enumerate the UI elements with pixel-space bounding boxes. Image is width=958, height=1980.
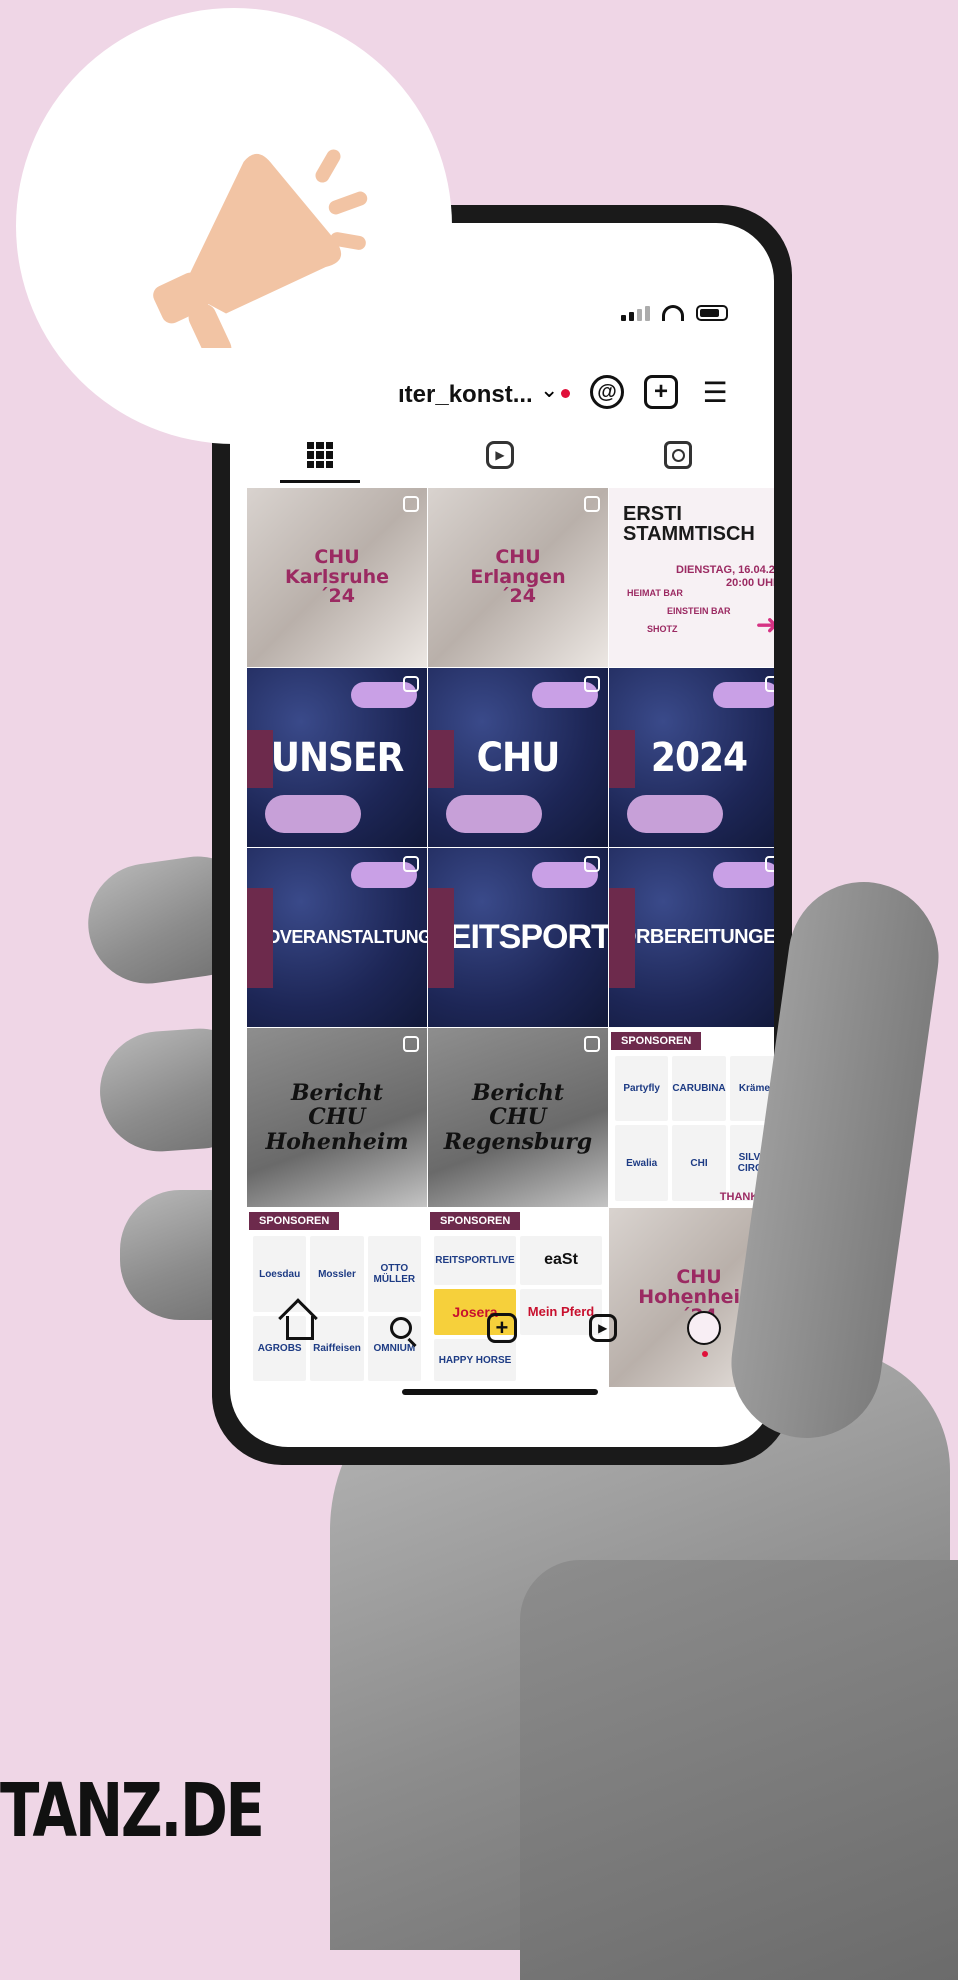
tab-reels[interactable]: ▶ bbox=[450, 429, 550, 481]
post-title: ERSTI bbox=[623, 503, 682, 525]
sponsor-logos: Partyfly CARUBINA Krämer Ewalia CHI SILV… bbox=[615, 1056, 774, 1201]
wifi-icon bbox=[662, 305, 684, 321]
grid-post[interactable]: CHU bbox=[428, 668, 608, 847]
reels-icon: ▶ bbox=[486, 441, 514, 469]
event-date: DIENSTAG, 16.04.24 bbox=[676, 564, 774, 576]
grid-post[interactable]: 2024 bbox=[609, 668, 774, 847]
hand-wrist bbox=[520, 1560, 958, 1980]
sponsor-logo: Ewalia bbox=[615, 1125, 669, 1201]
sponsor-logo: REITSPORTLIVE bbox=[434, 1236, 516, 1285]
sponsors-header: SPONSOREN bbox=[611, 1032, 702, 1050]
megaphone-icon bbox=[126, 128, 386, 363]
post-title: ABENDVERANSTALTUNGEN bbox=[247, 927, 427, 947]
home-indicator[interactable] bbox=[402, 1389, 598, 1395]
notification-dot bbox=[561, 389, 570, 398]
sponsor-logo: eaSt bbox=[520, 1236, 602, 1285]
post-title: 2024 bbox=[650, 734, 748, 781]
grid-post[interactable]: ABENDVERANSTALTUNGEN bbox=[247, 848, 427, 1027]
create-post-icon[interactable]: + bbox=[644, 375, 678, 409]
grid-post[interactable]: REITSPORT bbox=[428, 848, 608, 1027]
post-title: Bericht bbox=[471, 1080, 565, 1107]
post-year: ´24 bbox=[319, 585, 355, 608]
post-subtitle: CHU Hohenheim bbox=[265, 1104, 409, 1155]
profile-tabs: ▶ bbox=[230, 429, 774, 485]
home-icon[interactable] bbox=[280, 1308, 320, 1348]
post-subtitle: CHU Regensburg bbox=[443, 1104, 593, 1155]
announcement-badge bbox=[16, 8, 452, 444]
profile-avatar[interactable] bbox=[684, 1308, 724, 1357]
reel-icon bbox=[403, 856, 419, 872]
battery-icon bbox=[696, 305, 728, 321]
post-title: REITSPORT bbox=[428, 918, 608, 956]
sponsor-logo: CARUBINA bbox=[672, 1056, 726, 1121]
reel-icon bbox=[584, 856, 600, 872]
grid-post[interactable]: CHU Karlsruhe ´24 bbox=[247, 488, 427, 667]
sponsors-header: SPONSOREN bbox=[249, 1212, 340, 1230]
grid-icon bbox=[307, 442, 333, 468]
post-subtitle: Erlangen bbox=[470, 565, 566, 588]
post-title: CHU bbox=[314, 545, 360, 568]
tab-tagged[interactable] bbox=[628, 429, 728, 481]
multi-post-icon bbox=[584, 1036, 600, 1052]
signal-icon bbox=[621, 305, 650, 321]
create-icon[interactable]: + bbox=[482, 1308, 522, 1348]
grid-post[interactable]: UNSER bbox=[247, 668, 427, 847]
grid-post[interactable]: ERSTI STAMMTISCH DIENSTAG, 16.04.24 20:00 … bbox=[609, 488, 774, 667]
post-subtitle: Karlsruhe bbox=[284, 565, 390, 588]
multi-post-icon bbox=[584, 496, 600, 512]
grid-post[interactable]: Bericht CHU Hohenheim bbox=[247, 1028, 427, 1207]
reels-icon[interactable]: ▶ bbox=[583, 1308, 623, 1348]
threads-icon[interactable]: @ bbox=[590, 375, 624, 409]
tagged-icon bbox=[664, 441, 692, 469]
post-title: Bericht bbox=[290, 1080, 384, 1107]
multi-post-icon bbox=[584, 676, 600, 692]
website-url: TANZ.DE bbox=[0, 1768, 265, 1854]
multi-post-icon bbox=[403, 1036, 419, 1052]
event-stop: SHOTZ bbox=[647, 624, 678, 634]
post-title: UNSER bbox=[270, 734, 405, 781]
sponsor-logo: Partyfly bbox=[615, 1056, 669, 1121]
multi-post-icon bbox=[765, 676, 774, 692]
status-bar bbox=[621, 305, 728, 321]
post-title: STAMMTISCH bbox=[623, 523, 755, 545]
grid-post[interactable]: Bericht CHU Regensburg bbox=[428, 1028, 608, 1207]
menu-icon[interactable]: ☰ bbox=[698, 375, 732, 409]
username[interactable]: ıter_konst... bbox=[398, 381, 533, 409]
sponsor-logo: CHI bbox=[672, 1125, 726, 1201]
posts-grid: CHU Karlsruhe ´24 CHU Erlangen ´24 ERSTI STAM… bbox=[247, 488, 774, 1387]
reel-icon bbox=[765, 856, 774, 872]
multi-post-icon bbox=[403, 676, 419, 692]
sponsors-header: SPONSOREN bbox=[430, 1212, 521, 1230]
grid-post[interactable]: SPONSOREN Partyfly CARUBINA Krämer Ewali… bbox=[609, 1028, 774, 1207]
bottom-navigation: + ▶ bbox=[230, 1298, 774, 1358]
multi-post-icon bbox=[403, 496, 419, 512]
event-stop: HEIMAT BAR bbox=[627, 588, 683, 598]
event-stop: EINSTEIN BAR bbox=[667, 606, 731, 616]
post-title: CHU bbox=[495, 545, 541, 568]
grid-post[interactable]: CHU Erlangen ´24 bbox=[428, 488, 608, 667]
post-title: CHU bbox=[476, 734, 561, 781]
arrow-right-icon: ➜ bbox=[755, 609, 774, 640]
chevron-down-icon[interactable]: ⌄ bbox=[540, 377, 558, 403]
grid-post[interactable]: VORBEREITUNGEN bbox=[609, 848, 774, 1027]
post-year: ´24 bbox=[500, 585, 536, 608]
search-icon[interactable] bbox=[381, 1308, 421, 1348]
